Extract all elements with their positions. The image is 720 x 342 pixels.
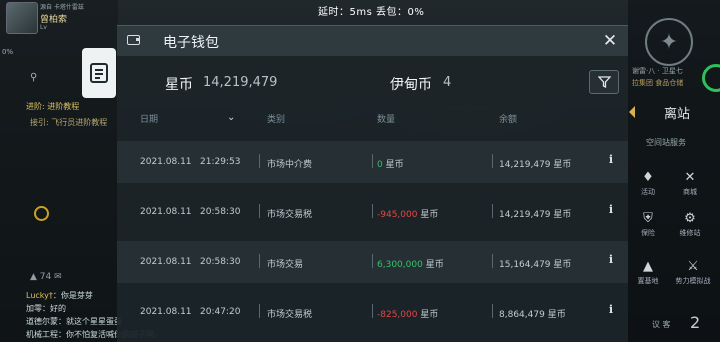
info-icon[interactable]: i: [605, 203, 617, 219]
shield-icon: ⛨: [643, 211, 653, 226]
repair-station-button[interactable]: ⚙ 维修站: [670, 211, 710, 238]
filter-button[interactable]: [589, 70, 619, 94]
activity-button[interactable]: ♦ 活动: [628, 170, 668, 197]
eden-coin-balance: 4: [443, 75, 452, 90]
row-amount: -945,000 星币: [377, 210, 439, 220]
base-icon: ▲: [643, 259, 653, 274]
guest-label: 议 客: [652, 320, 671, 329]
hud-percent: 0%: [2, 48, 14, 56]
wallet-dialog: 电子钱包 ✕ 星币 14,219,479 伊甸币 4 日期 类别 数量 余额 ⌄…: [117, 25, 628, 342]
row-time: 21:29:53: [200, 157, 241, 167]
table-row[interactable]: 2021.08.11 20:47:20 市场交易税 -825,000 星币 8,…: [117, 291, 628, 333]
shop-icon: ✕: [684, 170, 696, 185]
eden-coin-label: 伊甸币: [390, 77, 432, 93]
network-status: 延时：5ms 丢包：0%: [318, 7, 425, 18]
balance-summary: 星币 14,219,479 伊甸币 4: [117, 56, 628, 106]
station-name: 谢雷·八 · 卫星七: [632, 67, 683, 75]
row-amount: 0 星币: [377, 160, 404, 170]
cell-divider: [372, 304, 373, 318]
notes-button[interactable]: [82, 48, 116, 98]
cell-divider: [492, 304, 493, 318]
column-category: 类别: [267, 115, 286, 125]
filter-icon: [597, 76, 611, 88]
page-indicator[interactable]: 2: [690, 313, 700, 332]
row-date: 2021.08.11: [140, 157, 192, 167]
level-badge: Lv: [40, 24, 47, 31]
location-pin-icon[interactable]: ⚲: [30, 72, 37, 83]
cell-divider: [492, 154, 493, 168]
cell-divider: [259, 254, 260, 268]
cell-divider: [259, 204, 260, 218]
wallet-icon: [127, 35, 140, 45]
insurance-button[interactable]: ⛨ 保险: [628, 211, 668, 238]
row-time: 20:58:30: [200, 207, 241, 217]
cell-divider: [492, 204, 493, 218]
row-amount: -825,000 星币: [377, 310, 439, 320]
row-category: 市场交易税: [267, 310, 313, 320]
row-category: 市场中介费: [267, 160, 313, 170]
row-balance: 15,164,479 星币: [499, 260, 572, 270]
table-header: 日期 类别 数量 余额: [117, 112, 628, 126]
column-amount: 数量: [377, 115, 396, 125]
player-origin: 源自 卡塔什雷兹: [40, 4, 84, 11]
station-owner: 拉集团 食品仓储: [632, 79, 684, 87]
avatar[interactable]: [6, 2, 38, 34]
row-time: 20:47:20: [200, 307, 241, 317]
row-category: 市场交易: [267, 260, 304, 270]
row-amount: 6,300,000 星币: [377, 260, 444, 270]
chat-channel-icons[interactable]: ▲ 74 ✉: [30, 272, 62, 282]
row-balance: 8,864,479 星币: [499, 310, 566, 320]
star-coin-label: 星币: [165, 77, 193, 93]
gear-icon: ⚙: [684, 211, 696, 226]
column-date[interactable]: 日期: [140, 112, 158, 125]
row-time: 20:58:30: [200, 257, 241, 267]
quest-tracker-title[interactable]: 进阶: 进阶教程: [26, 101, 79, 112]
row-category: 市场交易税: [267, 210, 313, 220]
row-balance: 14,219,479 星币: [499, 160, 572, 170]
cell-divider: [372, 154, 373, 168]
shop-button[interactable]: ✕ 商城: [670, 170, 710, 197]
column-balance: 余额: [499, 115, 518, 125]
cell-divider: [372, 254, 373, 268]
chevron-down-icon[interactable]: ⌄: [227, 112, 239, 124]
cell-divider: [492, 254, 493, 268]
cell-divider: [372, 204, 373, 218]
table-row[interactable]: 2021.08.11 20:58:30 市场交易税 -945,000 星币 14…: [117, 191, 628, 233]
wallet-header: 电子钱包 ✕: [117, 26, 628, 57]
info-icon[interactable]: i: [605, 253, 617, 269]
close-button[interactable]: ✕: [601, 32, 619, 50]
dialog-title: 电子钱包: [163, 35, 219, 51]
notepad-icon: [90, 63, 108, 83]
star-coin-balance: 14,219,479: [203, 75, 278, 90]
swords-icon: ⚔: [687, 259, 699, 274]
faction-emblem-icon: ✦: [645, 18, 693, 66]
quest-tracker-step[interactable]: 接引: 飞行员进阶教程: [30, 117, 107, 128]
row-balance: 14,219,479 星币: [499, 210, 572, 220]
table-row[interactable]: 2021.08.11 21:29:53 市场中介费 0 星币 14,219,47…: [117, 141, 628, 183]
activity-icon: ♦: [642, 170, 654, 185]
cell-divider: [259, 304, 260, 318]
table-row[interactable]: 2021.08.11 20:58:30 市场交易 6,300,000 星币 15…: [117, 241, 628, 283]
cell-divider: [259, 154, 260, 168]
row-date: 2021.08.11: [140, 207, 192, 217]
info-icon[interactable]: i: [605, 303, 617, 319]
base-button[interactable]: ▲ 置基地: [628, 259, 668, 286]
target-ring-icon[interactable]: [34, 206, 49, 221]
faction-battle-button[interactable]: ⚔ 势力模拟战: [668, 259, 718, 286]
row-date: 2021.08.11: [140, 257, 192, 267]
leave-station-button[interactable]: 离站: [634, 101, 720, 123]
row-date: 2021.08.11: [140, 307, 192, 317]
station-service-label: 空间站服务: [646, 138, 686, 147]
info-icon[interactable]: i: [605, 153, 617, 169]
